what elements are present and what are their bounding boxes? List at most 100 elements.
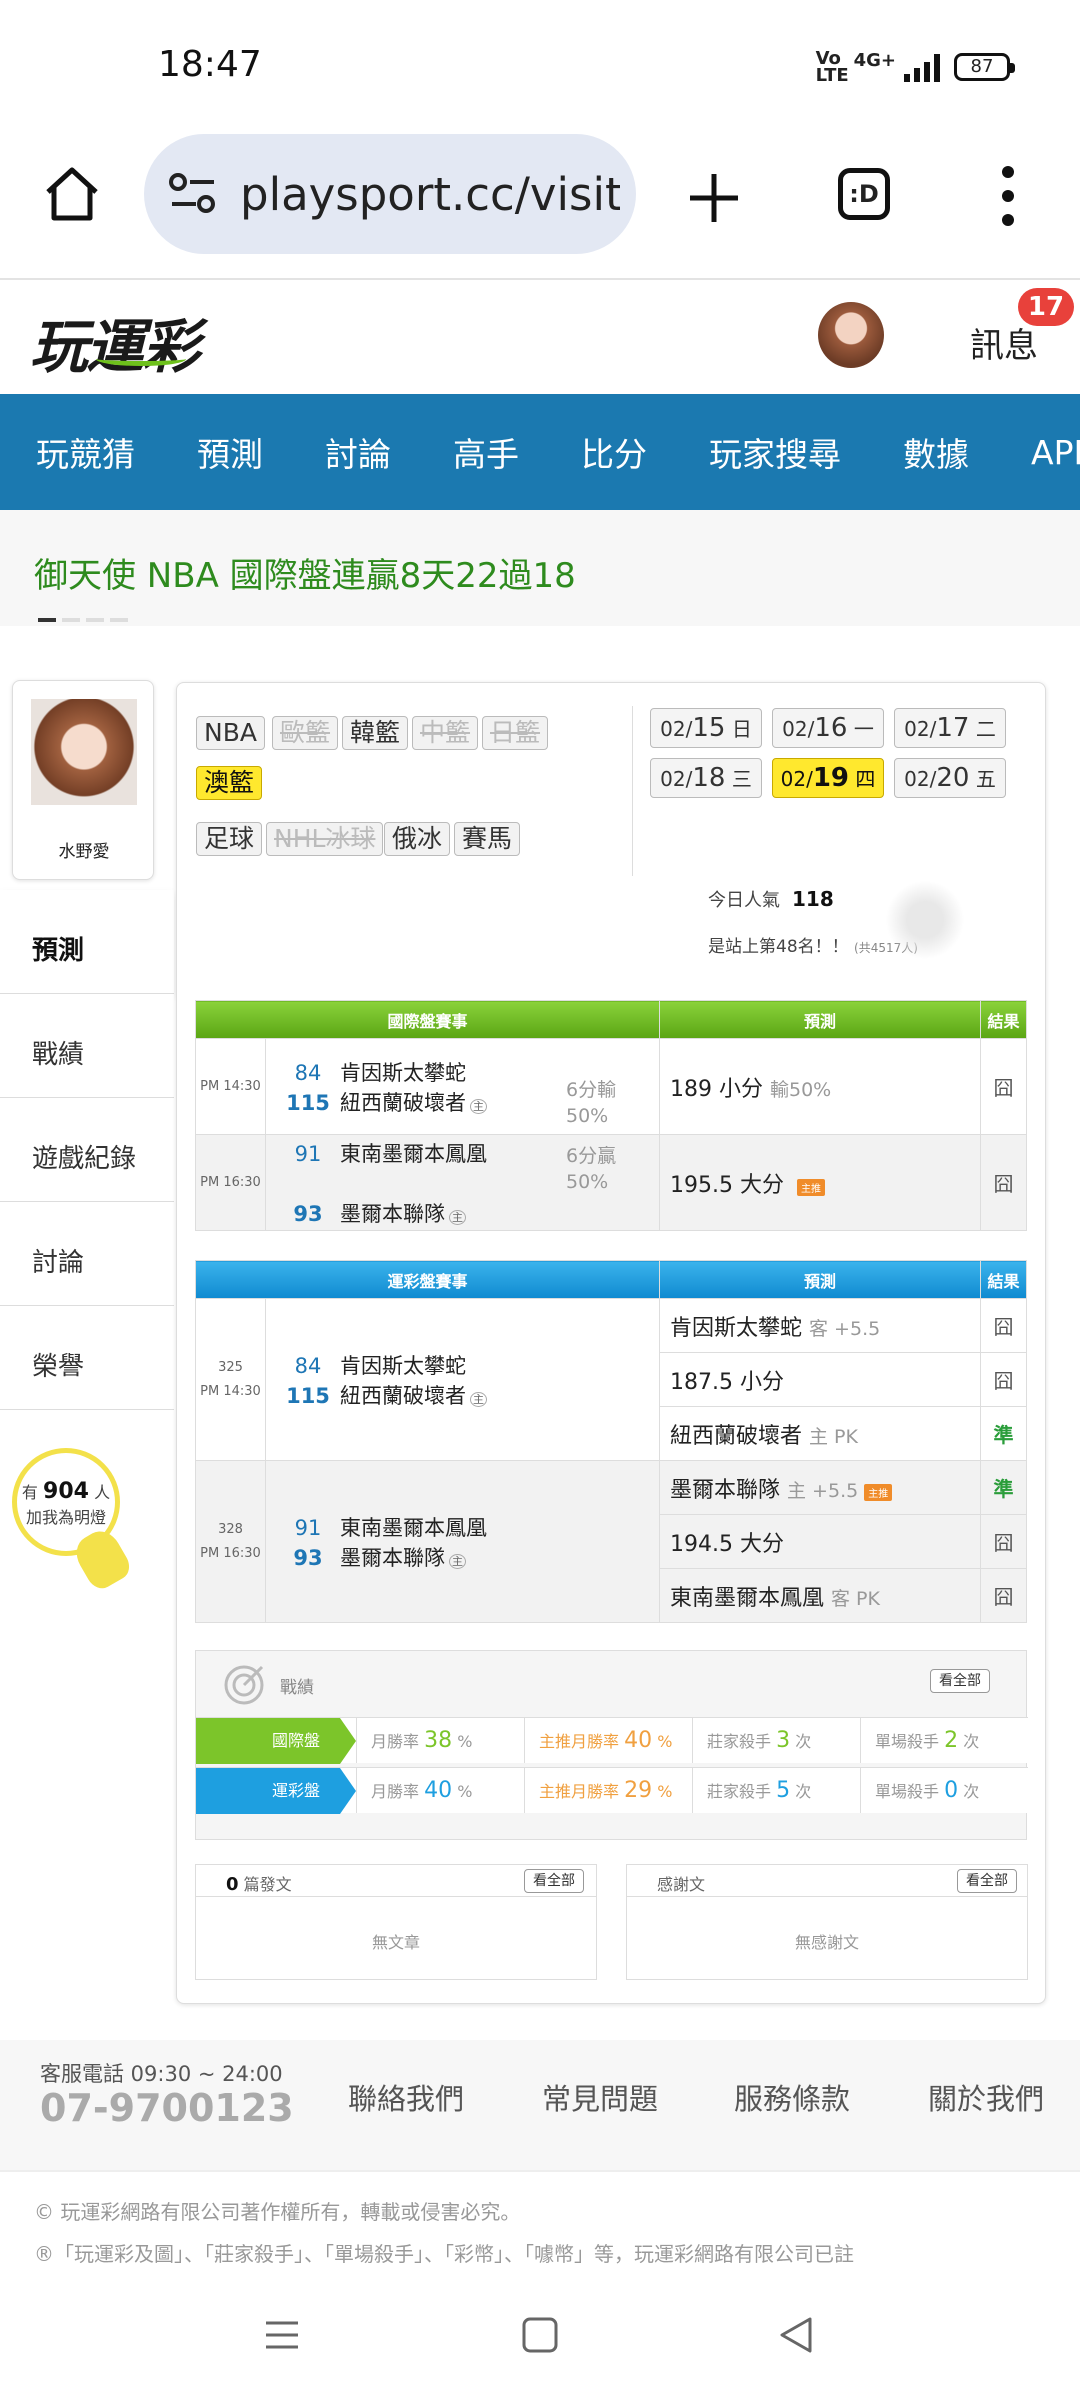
prediction-cell: 187.5 小分 — [659, 1352, 981, 1407]
recent-apps-icon[interactable] — [262, 2315, 302, 2355]
side-menu-item[interactable]: 榮譽 — [0, 1306, 174, 1410]
result-cell: 囧 — [980, 1134, 1027, 1231]
home-mark: 主 — [449, 1209, 466, 1225]
away-team[interactable]: 東南墨爾本鳳凰 — [340, 1516, 487, 1540]
home-team[interactable]: 墨爾本聯隊 — [340, 1546, 445, 1570]
posts-label: 篇發文 — [243, 1875, 292, 1894]
posts-view-all-button[interactable]: 看全部 — [524, 1869, 584, 1893]
league-chip[interactable]: 俄冰 — [384, 822, 451, 856]
side-menu-item[interactable]: 討論 — [0, 1202, 174, 1306]
date-weekday: 日 — [731, 717, 752, 741]
international-odds-table: 國際盤賽事 預測 結果 PM 14:30 84 肯因斯太攀蛇 115 紐西蘭破壞者主 6分… — [195, 1000, 1027, 1231]
messages-badge: 17 — [1018, 288, 1074, 326]
date-day: 18 — [692, 763, 726, 793]
result-cell: 囧 — [980, 1514, 1027, 1569]
home-team[interactable]: 墨爾本聯隊 — [340, 1202, 445, 1226]
back-icon[interactable] — [776, 2315, 816, 2355]
new-tab-icon[interactable] — [686, 170, 742, 226]
prediction-text: 187.5 小分 — [670, 1369, 784, 1395]
date-day: 17 — [936, 713, 970, 743]
stats-view-all-button[interactable]: 看全部 — [930, 1669, 990, 1693]
system-nav-bar — [0, 2285, 1080, 2400]
address-bar[interactable]: playsport.cc/visit — [144, 134, 636, 254]
away-score: 91 — [294, 1141, 322, 1166]
side-menu-item[interactable]: 戰績 — [0, 994, 174, 1098]
league-chip[interactable]: 足球 — [196, 822, 263, 856]
home-icon[interactable] — [42, 164, 102, 224]
game-time: PM 14:30 — [195, 1038, 266, 1135]
user-avatar[interactable] — [818, 302, 884, 368]
more-menu-icon[interactable] — [996, 164, 1020, 228]
service-phone[interactable]: 07-9700123 — [40, 2086, 294, 2130]
main-pick-tag: 主推 — [864, 1483, 893, 1501]
game-time: PM 14:30 — [200, 1383, 261, 1399]
league-chip[interactable]: 韓籃 — [342, 716, 409, 750]
date-tab[interactable]: 02/17 二 — [894, 708, 1006, 748]
ticker-headline[interactable]: 御天使 NBA 國際盤連贏8天22過18 — [34, 548, 576, 597]
nav-item[interactable]: 高手 — [417, 428, 519, 476]
stats-cell: 月勝率 40 % — [356, 1768, 524, 1813]
away-team[interactable]: 肯因斯太攀蛇 — [340, 1061, 466, 1085]
date-month: 02/ — [904, 717, 937, 741]
league-chip[interactable]: 賽馬 — [454, 822, 521, 856]
league-chip[interactable]: 澳籃 — [196, 766, 263, 800]
nav-item[interactable]: 數據 — [867, 428, 969, 476]
home-nav-icon[interactable] — [520, 2315, 560, 2355]
spread-text: 6分輸 — [566, 1079, 617, 1101]
date-tab[interactable]: 02/18 三 — [650, 758, 762, 798]
nav-item[interactable]: 玩家搜尋 — [673, 428, 841, 476]
site-logo[interactable]: 玩運彩 — [30, 300, 200, 384]
game-time: PM 16:30 — [195, 1134, 266, 1231]
footer-link-contact[interactable]: 聯絡我們 — [348, 2076, 464, 2118]
record-stats: 戰績 看全部 國際盤 月勝率 38 % 主推月勝率 40 % 莊家殺手 3 次單場殺手… — [195, 1650, 1028, 1840]
stats-title: 戰績 — [280, 1678, 314, 1698]
col-header-prediction: 預測 — [659, 1000, 981, 1039]
away-team[interactable]: 東南墨爾本鳳凰 — [340, 1142, 487, 1166]
spread-pct: 50% — [566, 1105, 609, 1127]
away-team[interactable]: 肯因斯太攀蛇 — [340, 1354, 466, 1378]
nav-item[interactable]: 討論 — [289, 428, 391, 476]
league-chip: 日籃 — [482, 716, 549, 750]
fans-prefix: 有 — [21, 1483, 38, 1502]
date-tab[interactable]: 02/20 五 — [894, 758, 1006, 798]
nav-item[interactable]: 比分 — [545, 428, 647, 476]
stats-row-label: 國際盤 — [196, 1718, 356, 1764]
footer-link-about[interactable]: 關於我們 — [928, 2076, 1044, 2118]
league-chip[interactable]: NBA — [196, 716, 265, 750]
messages-link[interactable]: 訊息 — [970, 318, 1038, 367]
profile-name[interactable]: 水野愛 — [13, 837, 155, 862]
profile-avatar[interactable] — [31, 699, 137, 805]
site-settings-icon[interactable] — [168, 172, 218, 216]
url-text: playsport.cc/visit — [240, 168, 620, 221]
logo-swoosh — [96, 352, 186, 366]
browser-toolbar: playsport.cc/visit :D — [0, 120, 1080, 280]
prediction-text: 195.5 大分 — [670, 1172, 784, 1198]
home-score: 93 — [293, 1201, 323, 1226]
date-tab[interactable]: 02/16 一 — [772, 708, 884, 748]
footer-link-terms[interactable]: 服務條款 — [734, 2076, 850, 2118]
spread-text: 6分贏 — [566, 1145, 617, 1167]
away-score: 84 — [294, 1353, 322, 1378]
rank-label: 是站上第48名！！ — [708, 937, 849, 957]
thanks-view-all-button[interactable]: 看全部 — [957, 1869, 1017, 1893]
posts-count: 0 — [226, 1874, 239, 1895]
side-menu-item[interactable]: 遊戲紀錄 — [0, 1098, 174, 1202]
footer-link-faq[interactable]: 常見問題 — [542, 2076, 658, 2118]
battery-icon: 87 — [954, 53, 1015, 81]
date-tab[interactable]: 02/19 四 — [772, 758, 884, 798]
date-month: 02/ — [660, 767, 693, 791]
ticker-pager — [38, 618, 128, 622]
nav-item[interactable]: 玩競猜 — [0, 428, 135, 476]
stat-unit: 次 — [963, 1732, 980, 1751]
nav-item[interactable]: APP — [995, 433, 1080, 472]
tab-switcher-button[interactable]: :D — [838, 168, 890, 220]
nav-item[interactable]: 預測 — [161, 428, 263, 476]
date-month: 02/ — [904, 767, 937, 791]
table-row: 328 PM 16:30 91 東南墨爾本鳳凰 93 墨爾本聯隊主墨爾本聯隊 主 +5.5… — [195, 1460, 1027, 1623]
home-team[interactable]: 紐西蘭破壞者 — [340, 1091, 466, 1115]
side-menu-item[interactable]: 預測 — [0, 890, 174, 994]
col-header-result: 結果 — [980, 1000, 1027, 1039]
home-team[interactable]: 紐西蘭破壞者 — [340, 1384, 466, 1408]
date-tab[interactable]: 02/15 日 — [650, 708, 762, 748]
stat-value: 40 — [424, 1778, 453, 1803]
